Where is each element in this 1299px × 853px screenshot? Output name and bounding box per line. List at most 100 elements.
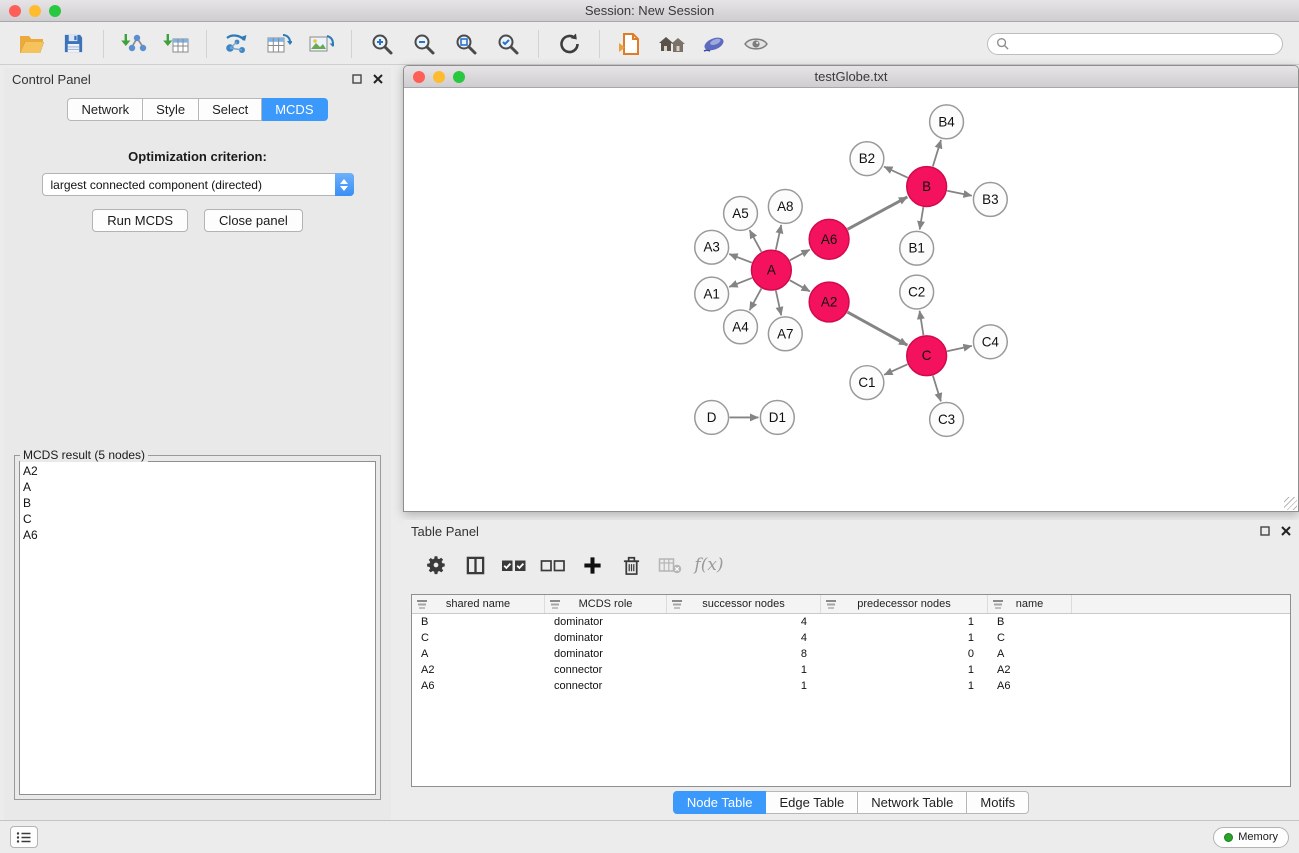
show-hide-details-button[interactable] (738, 27, 774, 61)
edge-C-C1[interactable] (884, 364, 907, 375)
table-tab-node-table[interactable]: Node Table (673, 791, 767, 814)
export-image-button[interactable] (303, 27, 339, 61)
edge-A-A4[interactable] (750, 288, 762, 310)
show-columns-button[interactable] (460, 551, 490, 579)
search-input[interactable] (1013, 37, 1274, 51)
add-row-button[interactable] (577, 551, 607, 579)
node-D[interactable]: D (695, 401, 729, 435)
search-box[interactable] (987, 33, 1283, 55)
result-item[interactable]: B (23, 495, 372, 511)
style-brush-button[interactable] (696, 27, 732, 61)
result-item[interactable]: C (23, 511, 372, 527)
open-document-button[interactable] (612, 27, 648, 61)
edge-C-C4[interactable] (947, 346, 972, 351)
edge-B-B3[interactable] (947, 191, 972, 196)
node-A5[interactable]: A5 (724, 196, 758, 230)
node-C[interactable]: C (907, 336, 947, 376)
save-session-button[interactable] (55, 27, 91, 61)
node-A8[interactable]: A8 (768, 190, 802, 224)
network-canvas[interactable]: B4B2BB3A5A8A6B1A3AC2A1A2A4A7CC4C1C3DD1 (405, 89, 1297, 510)
node-D1[interactable]: D1 (760, 401, 794, 435)
edge-B-B2[interactable] (884, 167, 908, 178)
delete-row-button[interactable] (616, 551, 646, 579)
edge-C-C3[interactable] (933, 376, 941, 402)
close-table-panel-icon[interactable] (1280, 526, 1291, 537)
node-A1[interactable]: A1 (695, 277, 729, 311)
node-B2[interactable]: B2 (850, 142, 884, 176)
column-header-successor-nodes[interactable]: successor nodes (667, 595, 821, 613)
column-header-shared-name[interactable]: shared name (412, 595, 545, 613)
zoom-out-button[interactable] (406, 27, 442, 61)
select-all-rows-button[interactable] (499, 551, 529, 579)
zoom-selected-button[interactable] (490, 27, 526, 61)
node-B4[interactable]: B4 (930, 105, 964, 139)
table-tab-network-table[interactable]: Network Table (858, 791, 967, 814)
edge-A2-C[interactable] (847, 312, 907, 345)
column-header-name[interactable]: name (988, 595, 1072, 613)
node-A6[interactable]: A6 (809, 219, 849, 259)
table-tab-motifs[interactable]: Motifs (967, 791, 1029, 814)
column-header-predecessor-nodes[interactable]: predecessor nodes (821, 595, 988, 613)
apply-layout-button[interactable] (551, 27, 587, 61)
close-panel-icon[interactable] (372, 74, 383, 85)
open-session-button[interactable] (13, 27, 49, 61)
new-network-button[interactable] (219, 27, 255, 61)
node-C3[interactable]: C3 (930, 403, 964, 437)
edge-B-B4[interactable] (933, 140, 941, 167)
edge-A-A7[interactable] (776, 291, 781, 316)
edge-A6-B[interactable] (848, 197, 908, 229)
table-row[interactable]: Cdominator41C (412, 630, 1290, 646)
node-B3[interactable]: B3 (973, 183, 1007, 217)
tab-mcds[interactable]: MCDS (262, 98, 327, 121)
node-C1[interactable]: C1 (850, 366, 884, 400)
edge-A-A2[interactable] (790, 280, 810, 291)
criterion-dropdown[interactable]: largest connected component (directed) (42, 173, 354, 196)
node-A2[interactable]: A2 (809, 282, 849, 322)
table-row[interactable]: Adominator80A (412, 646, 1290, 662)
result-item[interactable]: A2 (23, 463, 372, 479)
resize-grip[interactable] (1284, 497, 1297, 510)
edge-A-A5[interactable] (750, 230, 762, 252)
node-A[interactable]: A (751, 250, 791, 290)
run-mcds-button[interactable]: Run MCDS (92, 209, 188, 232)
memory-button[interactable]: Memory (1213, 827, 1289, 848)
result-item[interactable]: A6 (23, 527, 372, 543)
close-panel-button[interactable]: Close panel (204, 209, 303, 232)
table-row[interactable]: Bdominator41B (412, 614, 1290, 630)
task-history-button[interactable] (10, 826, 38, 848)
node-B1[interactable]: B1 (900, 231, 934, 265)
node-C4[interactable]: C4 (973, 325, 1007, 359)
result-item[interactable]: A (23, 479, 372, 495)
edge-A-A3[interactable] (729, 254, 752, 263)
edge-B-B1[interactable] (920, 207, 924, 229)
column-header-MCDS-role[interactable]: MCDS role (545, 595, 667, 613)
deselect-all-rows-button[interactable] (538, 551, 568, 579)
node-B[interactable]: B (907, 167, 947, 207)
tab-network[interactable]: Network (67, 98, 143, 121)
tab-select[interactable]: Select (199, 98, 262, 121)
home-button[interactable] (654, 27, 690, 61)
import-table-file-button[interactable] (158, 27, 194, 61)
close-window-button[interactable] (9, 5, 21, 17)
minimize-window-button[interactable] (29, 5, 41, 17)
minimize-network-window-button[interactable] (433, 71, 445, 83)
edge-A-A1[interactable] (729, 278, 752, 287)
destroy-table-button[interactable] (655, 551, 685, 579)
table-row[interactable]: A6connector11A6 (412, 678, 1290, 694)
zoom-network-window-button[interactable] (453, 71, 465, 83)
zoom-fit-button[interactable] (448, 27, 484, 61)
mcds-result-list[interactable]: A2ABCA6 (19, 461, 376, 795)
node-A4[interactable]: A4 (724, 310, 758, 344)
node-A3[interactable]: A3 (695, 230, 729, 264)
zoom-window-button[interactable] (49, 5, 61, 17)
function-builder-button[interactable]: f(x) (694, 551, 724, 579)
float-table-panel-icon[interactable] (1259, 526, 1270, 537)
close-network-window-button[interactable] (413, 71, 425, 83)
network-graph[interactable]: B4B2BB3A5A8A6B1A3AC2A1A2A4A7CC4C1C3DD1 (405, 89, 1297, 510)
import-network-file-button[interactable] (116, 27, 152, 61)
edge-A-A8[interactable] (776, 225, 781, 250)
tab-style[interactable]: Style (143, 98, 199, 121)
edge-A-A6[interactable] (790, 250, 810, 261)
new-table-button[interactable] (261, 27, 297, 61)
float-panel-icon[interactable] (351, 74, 362, 85)
